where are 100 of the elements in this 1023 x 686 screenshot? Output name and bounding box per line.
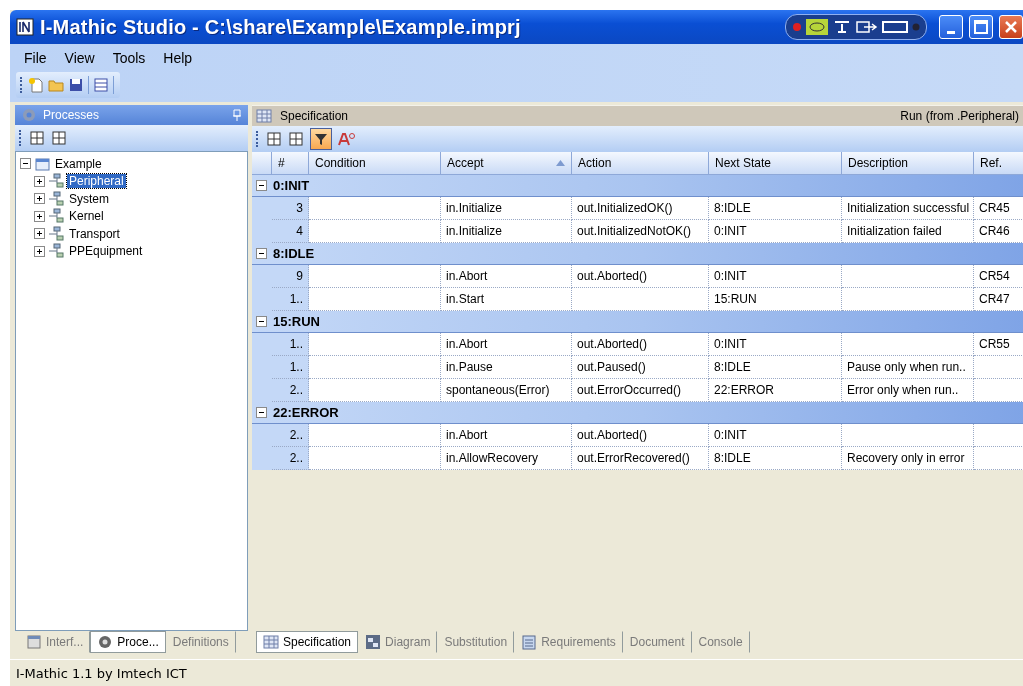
table-cell: 0:INIT — [709, 265, 842, 288]
view-tab[interactable]: Diagram — [358, 631, 438, 653]
expand-all-icon — [266, 131, 282, 147]
diagram-icon — [365, 634, 382, 650]
table-cell: 22:ERROR — [709, 379, 842, 402]
move-window-icon[interactable] — [856, 20, 878, 34]
group-header[interactable]: 15:RUN — [252, 311, 1023, 333]
column-header[interactable]: # — [272, 152, 309, 175]
layout-icon — [93, 77, 109, 93]
tree-item[interactable]: Example — [53, 156, 104, 171]
close-button[interactable] — [999, 15, 1023, 39]
table-cell: 8:IDLE — [709, 356, 842, 379]
view-tab[interactable]: Substitution — [437, 631, 515, 653]
folder-icon — [48, 77, 64, 93]
gear-icon — [97, 634, 114, 650]
header-corner — [252, 152, 272, 175]
window-title: I-Mathic Studio - C:\share\Example\Example.imprj — [40, 15, 522, 39]
collapse-icon[interactable] — [256, 180, 267, 191]
close-icon — [1004, 20, 1018, 34]
group-header[interactable]: 8:IDLE — [252, 243, 1023, 265]
tree-item[interactable]: System — [67, 191, 111, 206]
panel-tab[interactable]: Interf... — [19, 631, 91, 653]
network-icon — [48, 190, 64, 207]
view-tab[interactable]: Document — [622, 631, 692, 653]
group-header[interactable]: 22:ERROR — [252, 402, 1023, 424]
table-cell: 1.. — [272, 288, 309, 311]
column-header[interactable]: Accept — [441, 152, 572, 175]
menu-item[interactable]: File — [16, 48, 55, 68]
table-cell: 2.. — [272, 379, 309, 402]
table-cell: CR46 — [974, 220, 1023, 243]
table-cell — [974, 447, 1023, 470]
table-cell: CR54 — [974, 265, 1023, 288]
table-cell: 0:INIT — [709, 424, 842, 447]
status-text: I-Mathic 1.1 by Imtech ICT — [16, 665, 187, 681]
table-cell: 15:RUN — [709, 288, 842, 311]
dot-icon — [912, 23, 920, 31]
table-cell: Error only when run.. — [842, 379, 974, 402]
table-cell: 1.. — [272, 356, 309, 379]
panel-tab[interactable]: Definitions — [165, 631, 236, 653]
column-header[interactable]: Action — [572, 152, 709, 175]
tree-item[interactable]: Transport — [67, 226, 122, 241]
table-cell: out.Aborted() — [572, 265, 709, 288]
collapse-icon[interactable] — [256, 248, 267, 259]
minimize-button[interactable] — [939, 15, 963, 39]
table-cell: out.InitializedNotOK() — [572, 220, 709, 243]
filter-button[interactable] — [310, 128, 332, 150]
expand-icon[interactable] — [34, 210, 45, 222]
wide-window-icon[interactable] — [882, 20, 908, 34]
tree-item[interactable]: Peripheral — [67, 174, 126, 189]
pin-top-icon[interactable] — [832, 20, 852, 34]
expand-icon[interactable] — [34, 228, 45, 240]
table-cell: 2.. — [272, 424, 309, 447]
gear-icon — [21, 107, 37, 123]
maximize-button[interactable] — [969, 15, 993, 39]
view-tab[interactable]: Specification — [256, 631, 359, 653]
table-cell: Initialization successful — [842, 197, 974, 220]
collapse-icon[interactable] — [20, 158, 31, 170]
menu-item[interactable]: View — [56, 48, 103, 68]
app-logo-icon — [16, 18, 34, 36]
table-cell: CR47 — [974, 288, 1023, 311]
menu-item[interactable]: Tools — [104, 48, 154, 68]
font-icon — [338, 131, 356, 147]
table-cell — [974, 356, 1023, 379]
table-cell: Recovery only in error — [842, 447, 974, 470]
menu-item[interactable]: Help — [155, 48, 201, 68]
panel-tab[interactable]: Proce... — [90, 631, 166, 653]
dot-icon — [792, 22, 802, 32]
collapse-icon[interactable] — [256, 316, 267, 327]
collapse-icon[interactable] — [256, 407, 267, 418]
table-cell: in.Abort — [441, 265, 572, 288]
column-header[interactable]: Ref. — [974, 152, 1023, 175]
expand-icon[interactable] — [34, 193, 45, 205]
eye-icon[interactable] — [806, 19, 828, 35]
table-cell: spontaneous(Error) — [441, 379, 572, 402]
column-header[interactable]: Description — [842, 152, 974, 175]
table-cell: 9 — [272, 265, 309, 288]
table-cell: in.Abort — [441, 424, 572, 447]
expand-icon[interactable] — [34, 175, 45, 187]
project-icon — [34, 155, 50, 172]
view-tab[interactable]: Console — [691, 631, 750, 653]
column-header[interactable]: Next State — [709, 152, 842, 175]
table-cell: out.InitializedOK() — [572, 197, 709, 220]
table-cell: out.Aborted() — [572, 424, 709, 447]
collapse-all-icon — [288, 131, 304, 147]
tree-item[interactable]: PPEquipment — [67, 244, 145, 259]
group-header[interactable]: 0:INIT — [252, 175, 1023, 197]
column-header[interactable]: Condition — [309, 152, 441, 175]
table-cell: 1.. — [272, 333, 309, 356]
tree-item[interactable]: Kernel — [67, 209, 106, 224]
network-icon — [48, 243, 64, 260]
table-cell: CR55 — [974, 333, 1023, 356]
tray-toolbar[interactable] — [785, 14, 927, 40]
expand-icon[interactable] — [34, 245, 45, 257]
new-file-icon — [28, 77, 44, 93]
table-cell: Pause only when run.. — [842, 356, 974, 379]
view-tab[interactable]: Requirements — [514, 631, 623, 653]
table-icon — [263, 634, 279, 650]
network-icon — [48, 208, 64, 225]
filter-icon — [314, 132, 328, 146]
table-cell: 4 — [272, 220, 309, 243]
